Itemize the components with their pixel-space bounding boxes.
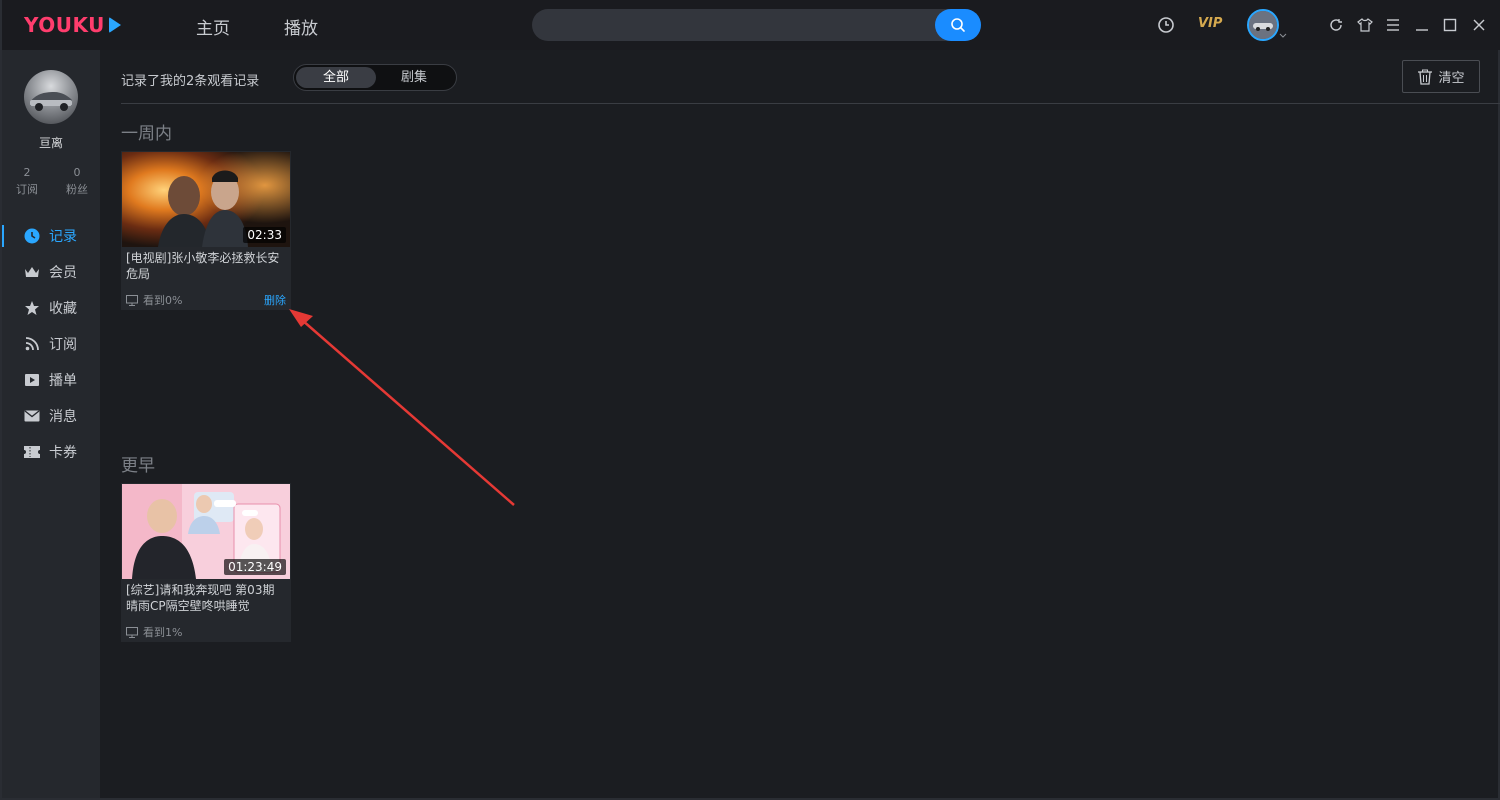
header-divider (121, 103, 1500, 104)
sidebar-item-messages[interactable]: 消息 (2, 401, 100, 431)
crown-icon (24, 264, 40, 280)
section-title-week: 一周内 (121, 124, 172, 144)
monitor-icon (126, 294, 138, 306)
skin-shirt-icon[interactable] (1354, 14, 1376, 36)
filter-all-button[interactable]: 全部 (296, 67, 376, 88)
stat-subscriptions[interactable]: 2 订阅 (7, 164, 47, 198)
clear-label: 清空 (1438, 71, 1465, 86)
logo-play-icon (108, 17, 121, 33)
sidebar-item-favorites[interactable]: 收藏 (2, 293, 100, 323)
history-card[interactable]: 02:33 [电视剧]张小敬李必拯救长安危局 看到0% 删除 (121, 151, 291, 310)
sidebar: 亘离 2 订阅 0 粉丝 记录 会员 收藏 订阅 播单 消息 卡券 (2, 50, 100, 798)
ticket-icon (24, 444, 40, 460)
star-icon (24, 300, 40, 316)
watch-progress: 看到1% (126, 624, 182, 640)
rss-icon (24, 336, 40, 352)
filter-toggle: 全部 剧集 (293, 64, 457, 91)
sidebar-item-subscriptions[interactable]: 订阅 (2, 329, 100, 359)
history-card[interactable]: 01:23:49 [综艺]请和我奔现吧 第03期 晴雨CP隔空壁咚哄睡觉 看到1… (121, 483, 291, 642)
filter-series-button[interactable]: 剧集 (374, 67, 454, 88)
video-duration: 02:33 (243, 227, 286, 243)
vip-button[interactable]: VIP (1198, 16, 1222, 31)
youku-logo[interactable]: YOUKU (24, 13, 121, 37)
clear-history-button[interactable]: 清空 (1402, 60, 1480, 93)
top-bar: YOUKU 主页 播放 VIP (2, 0, 1500, 50)
app-window: YOUKU 主页 播放 VIP 亘离 2 订阅 0 粉丝 记录 会员 收藏 订阅… (0, 0, 1500, 800)
video-title[interactable]: [综艺]请和我奔现吧 第03期 晴雨CP隔空壁咚哄睡觉 (126, 582, 286, 614)
user-avatar[interactable] (1247, 9, 1279, 41)
video-duration: 01:23:49 (224, 559, 286, 575)
video-thumbnail[interactable]: 02:33 (122, 152, 290, 247)
search-icon (951, 18, 965, 32)
history-summary: 记录了我的2条观看记录 (121, 74, 260, 89)
sidebar-item-playlists[interactable]: 播单 (2, 365, 100, 395)
sidebar-item-membership[interactable]: 会员 (2, 257, 100, 287)
video-thumbnail[interactable]: 01:23:49 (122, 484, 290, 579)
trash-icon (1418, 69, 1433, 85)
sidebar-item-label: 会员 (49, 265, 77, 281)
clock-icon (24, 228, 40, 244)
profile-avatar[interactable] (24, 70, 78, 124)
sidebar-item-coupons[interactable]: 卡券 (2, 437, 100, 467)
stat-fans-label: 粉丝 (66, 183, 88, 196)
nav-play[interactable]: 播放 (284, 14, 318, 39)
stat-fans-value: 0 (73, 166, 81, 179)
search-button[interactable] (935, 9, 981, 41)
refresh-icon[interactable] (1325, 14, 1347, 36)
playlist-icon (24, 372, 40, 388)
section-title-earlier: 更早 (121, 456, 155, 476)
watch-progress: 看到0% (126, 292, 182, 308)
stat-subscriptions-label: 订阅 (16, 183, 38, 196)
minimize-icon[interactable] (1411, 14, 1433, 36)
mail-icon (24, 408, 40, 424)
sidebar-item-label: 消息 (49, 409, 77, 425)
sidebar-item-history[interactable]: 记录 (2, 221, 100, 251)
sidebar-item-label: 记录 (49, 229, 77, 245)
sidebar-item-label: 收藏 (49, 301, 77, 317)
annotation-arrow (289, 309, 515, 506)
logo-text: YOUKU (24, 13, 105, 37)
nav-home[interactable]: 主页 (196, 14, 230, 39)
stat-subscriptions-value: 2 (23, 166, 31, 179)
username: 亘离 (38, 136, 63, 150)
search-input[interactable] (532, 9, 981, 41)
watch-progress-text: 看到0% (143, 294, 183, 307)
sidebar-item-label: 播单 (49, 373, 77, 389)
chevron-down-icon[interactable] (1279, 33, 1287, 39)
close-icon[interactable] (1468, 14, 1490, 36)
sidebar-item-label: 订阅 (49, 337, 77, 353)
stat-fans[interactable]: 0 粉丝 (57, 164, 97, 198)
monitor-icon (126, 626, 138, 638)
menu-icon[interactable] (1382, 14, 1404, 36)
video-title[interactable]: [电视剧]张小敬李必拯救长安危局 (126, 250, 286, 282)
sidebar-item-label: 卡券 (49, 445, 77, 461)
watch-progress-text: 看到1% (143, 626, 183, 639)
maximize-icon[interactable] (1439, 14, 1461, 36)
delete-button[interactable]: 删除 (264, 292, 286, 308)
history-clock-icon[interactable] (1155, 14, 1177, 36)
